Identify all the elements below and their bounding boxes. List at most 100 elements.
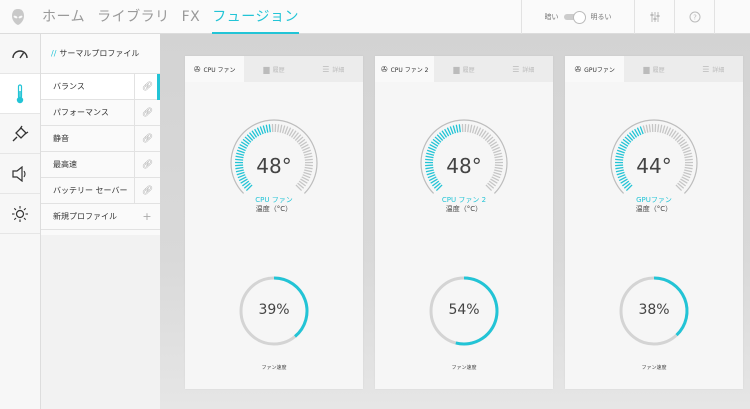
sliders-icon <box>650 12 659 22</box>
gauge-tick <box>645 124 649 133</box>
tab-label: 履歴 <box>272 66 285 74</box>
gauge-tick <box>284 126 289 135</box>
link-icon[interactable]: 🔗︎ <box>134 152 160 177</box>
profile-item-performance[interactable]: パフォーマンス 🔗︎ <box>41 100 160 126</box>
tab-fan[interactable]: ✇ GPUファン <box>565 56 625 82</box>
fan-speed-label: ファン速度 <box>261 365 287 371</box>
cpu-fan-2-panel: ✇ CPU ファン 2 ▆ 履歴 ☰ 詳細 48° CPU ファン 2 温度（°C） 54% ファン… <box>375 56 553 389</box>
profile-item-battery-saver[interactable]: バッテリー セーバー 🔗︎ <box>41 178 160 204</box>
alien-head-icon[interactable] <box>6 0 30 34</box>
nav-fx[interactable]: FX <box>182 0 201 34</box>
link-icon[interactable]: 🔗︎ <box>134 126 160 151</box>
help-icon: ? <box>689 11 700 23</box>
gauge-tick <box>279 124 283 133</box>
gauge-tick <box>661 125 666 134</box>
cpu-fan-panel: ✇ CPU ファン ▆ 履歴 ☰ 詳細 48° CPU ファン 温度（°C） 39% ファン速度 <box>185 56 363 389</box>
tab-fan[interactable]: ✇ CPU ファン <box>185 56 245 82</box>
profile-item-label: 静音 <box>53 134 69 143</box>
temperature-value: 44° <box>636 154 672 178</box>
thermal-profile-list: //サーマルプロファイル バランス 🔗︎ パフォーマンス 🔗︎ 静音 🔗︎ 最高… <box>41 34 160 409</box>
link-icon[interactable]: 🔗︎ <box>134 178 160 203</box>
fan-speed-value: 39% <box>258 302 290 318</box>
help-button[interactable]: ? <box>674 0 714 34</box>
profile-item-label: パフォーマンス <box>53 108 109 117</box>
gauge-tick <box>493 149 502 154</box>
gauge-tick <box>452 125 457 134</box>
gauge-tick <box>474 126 479 135</box>
gauge-tick <box>268 124 271 133</box>
nav-home[interactable]: ホーム <box>42 0 85 34</box>
temperature-value: 48° <box>446 154 482 178</box>
temperature-unit: 温度（°C） <box>635 205 673 213</box>
profile-item-label: 最高速 <box>53 160 77 169</box>
profile-item-new[interactable]: 新規プロファイル + <box>41 204 160 230</box>
brightness-dark-label: 暗い <box>544 13 559 21</box>
tab-label: 詳細 <box>332 66 345 74</box>
profile-list-empty-area <box>41 235 160 409</box>
sidebar-item-power[interactable] <box>0 114 40 154</box>
profile-item-quiet[interactable]: 静音 🔗︎ <box>41 126 160 152</box>
gauge-tick <box>467 124 470 133</box>
profile-item-full-speed[interactable]: 最高速 🔗︎ <box>41 152 160 178</box>
fan-icon: ✇ <box>380 64 388 74</box>
top-bar: ホーム ライブラリ FX フュージョン 暗い 明るい ? <box>0 0 750 34</box>
gauge-tick <box>426 149 435 154</box>
tab-history[interactable]: ▆ 履歴 <box>434 56 493 82</box>
gauge-tick <box>616 149 625 154</box>
tab-label: CPU ファン <box>203 66 236 74</box>
temperature-unit: 温度（°C） <box>255 205 293 213</box>
thermometer-icon <box>16 83 24 103</box>
tab-history[interactable]: ▆ 履歴 <box>244 56 303 82</box>
gauge-tick <box>458 124 461 133</box>
tab-label: 詳細 <box>712 66 725 74</box>
brightness-bright-label: 明るい <box>590 13 612 21</box>
sidebar-item-performance[interactable] <box>0 34 40 74</box>
temperature-value: 48° <box>256 154 292 178</box>
link-icon[interactable]: 🔗︎ <box>134 100 160 125</box>
profile-list-title: //サーマルプロファイル <box>41 34 160 74</box>
gauge-tick <box>277 124 280 133</box>
gauge-tick <box>236 149 245 154</box>
tab-label: CPU ファン 2 <box>390 66 429 74</box>
fan-speed-label: ファン速度 <box>451 365 477 371</box>
sidebar-item-thermal[interactable] <box>0 74 40 114</box>
tab-label: 履歴 <box>652 66 665 74</box>
plug-icon <box>12 125 29 141</box>
bar-chart-icon: ▆ <box>263 64 270 74</box>
gauge-tick <box>642 125 647 134</box>
sidebar-item-audio[interactable] <box>0 154 40 194</box>
sun-icon <box>12 205 28 222</box>
gauge-tick <box>259 126 264 135</box>
fan-speed-value: 38% <box>638 302 670 318</box>
gauge-tick <box>657 124 660 133</box>
brightness-toggle[interactable] <box>563 11 586 24</box>
tab-details[interactable]: ☰ 詳細 <box>684 56 743 82</box>
add-icon[interactable]: + <box>134 204 160 229</box>
temperature-unit: 温度（°C） <box>445 205 483 213</box>
panel-tabs: ✇ CPU ファン 2 ▆ 履歴 ☰ 詳細 <box>375 56 553 82</box>
tab-history[interactable]: ▆ 履歴 <box>624 56 683 82</box>
sliders-button[interactable] <box>634 0 674 34</box>
tab-label: GPUファン <box>584 66 615 74</box>
speedometer-icon <box>12 49 28 58</box>
gauge-tick <box>469 124 473 133</box>
tab-details[interactable]: ☰ 詳細 <box>304 56 363 82</box>
tab-details[interactable]: ☰ 詳細 <box>494 56 553 82</box>
window-controls <box>714 0 750 34</box>
sidebar-item-display[interactable] <box>0 194 40 234</box>
gauge-tick <box>664 126 669 135</box>
bar-chart-icon: ▆ <box>453 64 460 74</box>
details-icon: ☰ <box>702 64 710 74</box>
speaker-icon <box>12 165 26 182</box>
tab-fan[interactable]: ✇ CPU ファン 2 <box>375 56 435 82</box>
fan-icon: ✇ <box>193 64 201 74</box>
top-right-controls: 暗い 明るい ? <box>521 0 750 34</box>
brightness-control: 暗い 明るい <box>521 0 634 34</box>
nav-fusion[interactable]: フュージョン <box>212 0 299 34</box>
profile-item-balance[interactable]: バランス 🔗︎ <box>41 74 160 100</box>
fan-panels-area: ✇ CPU ファン ▆ 履歴 ☰ 詳細 48° CPU ファン 温度（°C） 39% ファン速度 ✇ C… <box>160 34 750 409</box>
category-sidebar <box>0 34 41 409</box>
gauge-tick <box>449 126 454 135</box>
tab-label: 履歴 <box>462 66 475 74</box>
nav-library[interactable]: ライブラリ <box>97 0 170 34</box>
